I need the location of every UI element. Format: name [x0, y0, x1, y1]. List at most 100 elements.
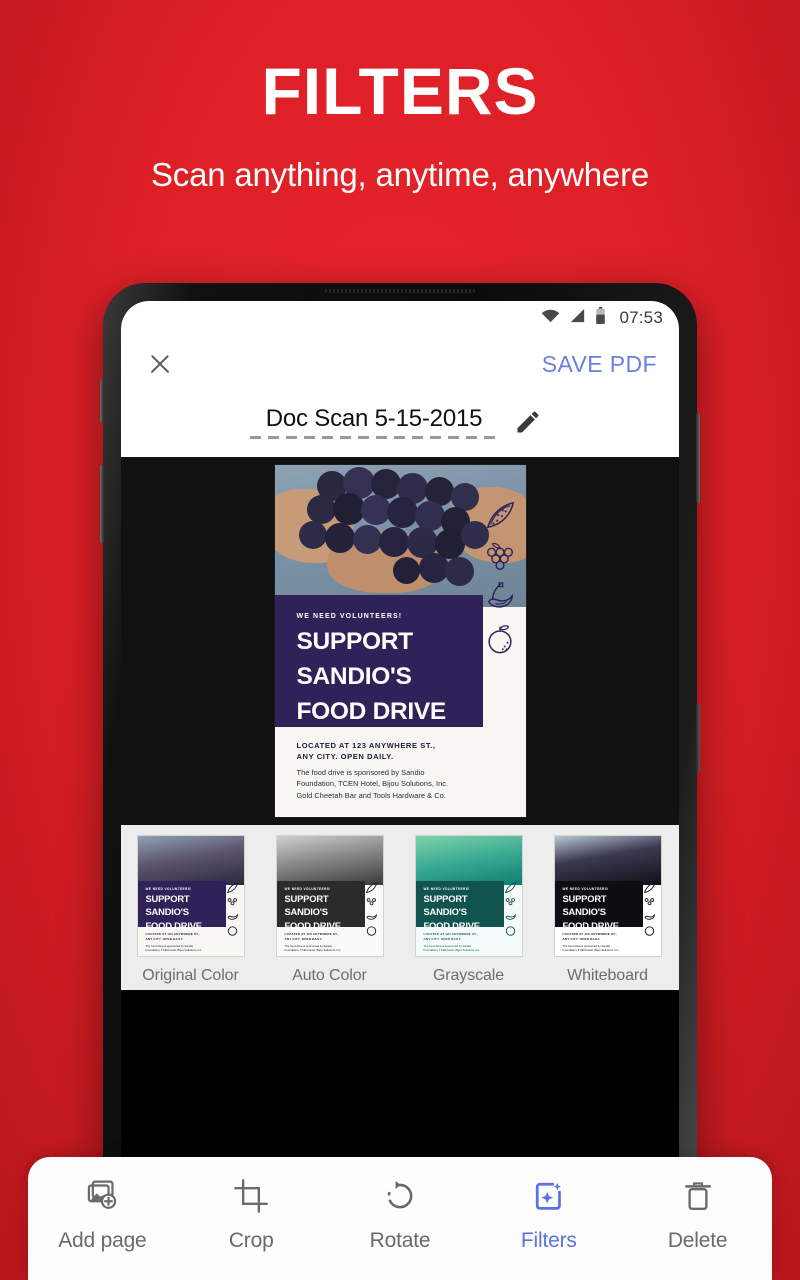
filter-thumbnail-address: LOCATED AT 123 ANYWHERE ST., ANY CITY. OP…	[423, 932, 478, 941]
cellular-signal-icon	[569, 308, 586, 328]
filter-thumbnail-sponsors: The food drive is sponsored by Sandio Fou…	[562, 944, 620, 953]
wifi-icon	[541, 308, 560, 328]
toolbar-item-label: Add page	[58, 1229, 147, 1252]
toolbar-item-label: Filters	[520, 1229, 577, 1252]
toolbar-delete-button[interactable]: Delete	[643, 1179, 753, 1253]
filter-option-whiteboard[interactable]: WE NEED VOLUNTEERS! SUPPORT SANDIO'S FOOD D…	[538, 835, 677, 985]
poster-headline-3: FOOD DRIVE	[296, 698, 447, 726]
filter-thumbnail-sponsors: The food drive is sponsored by Sandio Fou…	[284, 944, 342, 953]
crop-icon	[234, 1179, 269, 1218]
toolbar-item-label: Delete	[667, 1229, 728, 1252]
filter-thumbnail-eyebrow: WE NEED VOLUNTEERS!	[562, 887, 609, 891]
filter-thumbnail-headline: SUPPORT	[562, 893, 607, 904]
battery-icon	[595, 307, 606, 329]
filter-thumbnail-headline: SUPPORT	[284, 893, 329, 904]
poster-address-line-2: ANY CITY. OPEN DAILY.	[296, 752, 394, 761]
poster-headline-2: SANDIO'S	[296, 663, 412, 691]
filter-thumbnail-headline: FOOD DRIVE	[145, 919, 203, 931]
toolbar-filters-button[interactable]: Filters	[494, 1179, 604, 1253]
poster-sponsor-line-2: Foundation, TCEN Hotel, Bijou Solutions,…	[296, 779, 449, 789]
filter-thumbnail-fruit-icons	[641, 882, 659, 936]
filter-thumbnail-fruit-icons	[363, 882, 381, 936]
page-subtitle: Scan anything, anytime, anywhere	[150, 156, 650, 193]
document-name-field[interactable]: Doc Scan 5-15-2015	[249, 405, 499, 439]
filter-thumbnail-band: WE NEED VOLUNTEERS! SUPPORT SANDIO'S FOOD D…	[415, 881, 504, 931]
page-title: FILTERS	[261, 54, 539, 128]
grapes-icon	[484, 542, 516, 575]
filter-thumbnail[interactable]: WE NEED VOLUNTEERS! SUPPORT SANDIO'S FOOD D…	[136, 835, 245, 957]
phone-button-volume-up	[100, 379, 104, 423]
filter-thumbnail-band: WE NEED VOLUNTEERS! SUPPORT SANDIO'S FOOD D…	[276, 881, 365, 931]
filter-thumbnail[interactable]: WE NEED VOLUNTEERS! SUPPORT SANDIO'S FOOD D…	[553, 835, 662, 957]
pencil-icon[interactable]	[514, 408, 542, 436]
filter-thumbnail-eyebrow: WE NEED VOLUNTEERS!	[284, 887, 331, 891]
filter-thumbnail-headline: FOOD DRIVE	[562, 919, 620, 931]
filter-option-original-color[interactable]: WE NEED VOLUNTEERS! SUPPORT SANDIO'S FOOD D…	[121, 835, 260, 985]
filter-thumbnail-headline: SANDIO'S	[145, 906, 190, 918]
orange-icon	[484, 622, 516, 659]
document-name-underline	[249, 436, 499, 439]
filter-thumbnail-eyebrow: WE NEED VOLUNTEERS!	[145, 887, 192, 891]
filter-thumbnail-headline: FOOD DRIVE	[284, 919, 342, 931]
filter-thumbnail-photo	[137, 836, 244, 885]
phone-button-volume-down	[100, 465, 104, 543]
filter-thumbnail-headline: SUPPORT	[423, 893, 468, 904]
document-preview[interactable]: WE NEED VOLUNTEERS! SUPPORT SANDIO'S FOO…	[121, 457, 679, 825]
app-bar: SAVE PDF	[121, 335, 679, 393]
scanned-poster: WE NEED VOLUNTEERS! SUPPORT SANDIO'S FOO…	[274, 465, 526, 817]
filter-thumbnail-eyebrow: WE NEED VOLUNTEERS!	[423, 887, 470, 891]
filter-thumbnail-address: LOCATED AT 123 ANYWHERE ST., ANY CITY. OP…	[562, 932, 617, 941]
poster-sponsor-line-1: The food drive is sponsored by Sandio	[296, 768, 425, 777]
toolbar-add-page-button[interactable]: Add page	[47, 1179, 157, 1253]
filter-thumbnail-strip[interactable]: WE NEED VOLUNTEERS! SUPPORT SANDIO'S FOOD D…	[121, 825, 679, 990]
phone-mockup: 07:53 SAVE PDF Doc Scan 5-15-2015 WE NEE…	[100, 283, 700, 1208]
app-screen: 07:53 SAVE PDF Doc Scan 5-15-2015 WE NEE…	[121, 301, 679, 1208]
filter-thumbnail-band: WE NEED VOLUNTEERS! SUPPORT SANDIO'S FOOD D…	[554, 881, 643, 931]
filter-thumbnail-photo	[554, 836, 661, 885]
phone-screen-area: 07:53 SAVE PDF Doc Scan 5-15-2015 WE NEE…	[121, 301, 679, 1208]
filter-option-label: Whiteboard	[567, 967, 648, 984]
phone-speaker	[325, 289, 475, 293]
filter-thumbnail[interactable]: WE NEED VOLUNTEERS! SUPPORT SANDIO'S FOOD D…	[275, 835, 384, 957]
filter-thumbnail-headline: SANDIO'S	[423, 906, 468, 918]
filter-thumbnail-headline: SUPPORT	[145, 893, 190, 904]
status-bar: 07:53	[121, 301, 679, 335]
toolbar-crop-button[interactable]: Crop	[196, 1179, 306, 1253]
filters-sparkle-icon	[532, 1179, 566, 1218]
watermelon-icon	[484, 501, 516, 536]
filter-thumbnail-headline: FOOD DRIVE	[423, 919, 481, 931]
filter-thumbnail-photo	[276, 836, 383, 885]
toolbar-item-label: Crop	[228, 1229, 274, 1252]
poster-sponsors: The food drive is sponsored by Sandio Fo…	[297, 767, 469, 801]
poster-sponsor-line-3: Gold Cheetah Bar and Tools Hardware & Co…	[296, 790, 446, 800]
save-pdf-button[interactable]: SAVE PDF	[542, 351, 657, 378]
add-page-icon	[85, 1179, 119, 1218]
filter-option-label: Original Color	[142, 967, 239, 984]
close-icon[interactable]	[147, 351, 173, 377]
status-bar-time: 07:53	[619, 308, 663, 327]
poster-headline-1: SUPPORT	[296, 628, 414, 655]
filter-thumbnail-fruit-icons	[224, 882, 242, 936]
filter-thumbnail-address: LOCATED AT 123 ANYWHERE ST., ANY CITY. OP…	[145, 932, 200, 941]
filter-thumbnail[interactable]: WE NEED VOLUNTEERS! SUPPORT SANDIO'S FOOD D…	[414, 835, 523, 957]
poster-eyebrow: WE NEED VOLUNTEERS!	[296, 613, 403, 620]
toolbar-rotate-button[interactable]: Rotate	[345, 1179, 455, 1253]
filter-option-grayscale[interactable]: WE NEED VOLUNTEERS! SUPPORT SANDIO'S FOOD D…	[399, 835, 538, 985]
filter-thumbnail-address: LOCATED AT 123 ANYWHERE ST., ANY CITY. OP…	[284, 932, 339, 941]
poster-fruit-illustrations	[478, 501, 522, 659]
filter-option-label: Auto Color	[292, 967, 367, 984]
filter-thumbnail-fruit-icons	[502, 882, 520, 936]
filter-thumbnail-headline: SANDIO'S	[562, 906, 607, 918]
poster-headline-band: WE NEED VOLUNTEERS! SUPPORT SANDIO'S FOO…	[274, 595, 483, 727]
filter-thumbnail-sponsors: The food drive is sponsored by Sandio Fou…	[145, 944, 203, 953]
poster-address: LOCATED AT 123 ANYWHERE ST., ANY CITY. O…	[297, 740, 457, 762]
rotate-icon	[383, 1179, 417, 1218]
toolbar-item-label: Rotate	[369, 1229, 431, 1252]
filter-option-auto-color[interactable]: WE NEED VOLUNTEERS! SUPPORT SANDIO'S FOOD D…	[260, 835, 399, 985]
promo-header: FILTERS Scan anything, anytime, anywhere	[0, 58, 800, 194]
poster-address-line-1: LOCATED AT 123 ANYWHERE ST.,	[296, 741, 436, 750]
filter-option-label: Grayscale	[432, 967, 505, 984]
document-title-row: Doc Scan 5-15-2015	[121, 393, 679, 457]
bottom-toolbar: Add page Crop Rotate Filters Delete	[28, 1157, 772, 1280]
document-name-value: Doc Scan 5-15-2015	[265, 405, 483, 432]
